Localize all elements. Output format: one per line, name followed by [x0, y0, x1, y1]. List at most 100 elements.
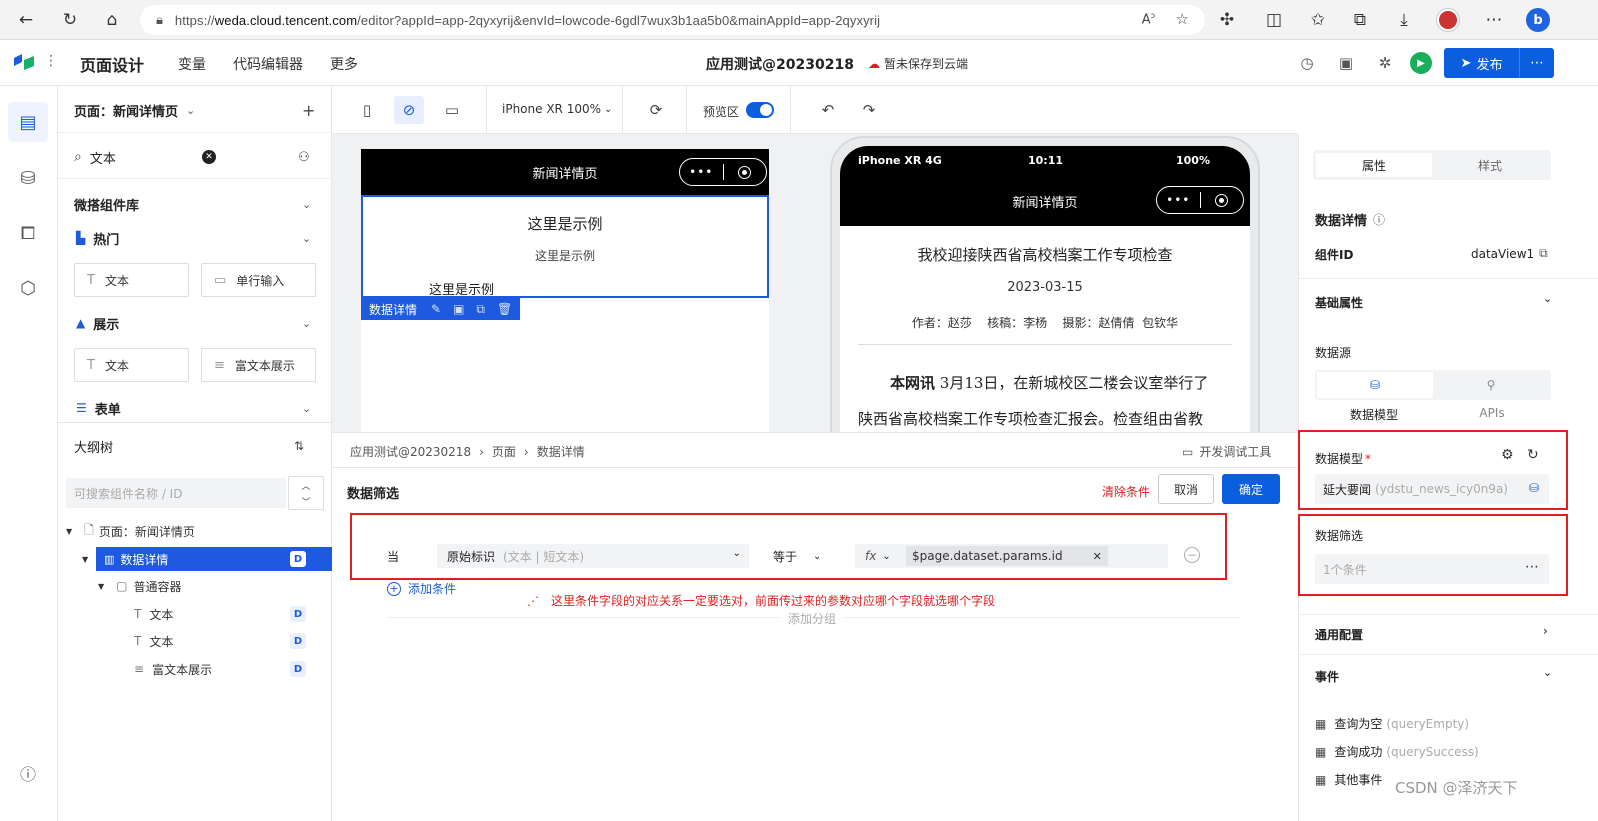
device-select[interactable]: iPhone XR 100% ⌄ — [502, 102, 612, 116]
comp-text-display[interactable]: T 文本 — [74, 348, 189, 382]
mobile-view-icon[interactable]: ▯ — [352, 96, 382, 124]
chevron-up-icon[interactable]: ︿ — [301, 479, 310, 492]
search-input[interactable]: 文本 — [90, 148, 116, 167]
menu-more[interactable]: 更多 — [330, 54, 358, 74]
menu-variables[interactable]: 变量 — [178, 54, 206, 74]
chevron-down-icon[interactable]: ⌄ — [1543, 292, 1552, 305]
page-selector[interactable]: 页面：新闻详情页 ⌄ + — [58, 100, 332, 120]
datasource-model-icon[interactable]: ⛁ — [1317, 372, 1433, 398]
component-tree-icon[interactable]: ⚇ — [298, 150, 310, 165]
chevron-down-icon[interactable]: ﹀ — [301, 495, 310, 508]
read-aloud-icon[interactable]: Aↄ — [1142, 11, 1155, 27]
rail-image-icon[interactable]: ⧠ — [8, 213, 48, 253]
fx-icon[interactable]: fx — [865, 549, 876, 563]
dev-tools-button[interactable]: ▭ 开发调试工具 — [1182, 443, 1271, 460]
add-condition-link[interactable]: + 添加条件 — [387, 580, 456, 597]
tree-item-richtext[interactable]: ≡ 富文本展示 D — [58, 657, 332, 681]
comp-text[interactable]: T 文本 — [74, 263, 189, 297]
tree-item-page[interactable]: ▼ 🗋︎ 页面：新闻详情页 — [58, 519, 332, 543]
save-icon[interactable]: ▣ — [1335, 52, 1357, 74]
events-header[interactable]: 事件 — [1315, 668, 1339, 685]
group-display[interactable]: ▲ 展示 ⌄ — [58, 313, 332, 333]
breadcrumb-app[interactable]: 应用测试@20230218 — [350, 443, 471, 460]
outline-search-input[interactable]: 可搜索组件名称 / ID — [66, 478, 286, 508]
event-query-empty[interactable]: ▦ 查询为空 (queryEmpty) — [1315, 715, 1469, 732]
refresh-icon[interactable]: ↻ — [58, 8, 82, 32]
clear-conditions-link[interactable]: 清除条件 — [1102, 483, 1150, 500]
sample-text-3[interactable]: 这里是示例 — [429, 279, 494, 298]
more-dots-icon[interactable]: ••• — [680, 165, 723, 179]
datasource-model-label[interactable]: 数据模型 — [1315, 406, 1433, 423]
field-select[interactable]: 原始标识 (文本 | 短文本) ⌄ — [437, 544, 749, 568]
comp-richtext[interactable]: ≡ 富文本展示 — [201, 348, 316, 382]
back-icon[interactable]: ← — [14, 8, 38, 32]
breadcrumb-component[interactable]: 数据详情 — [537, 443, 585, 460]
rotate-icon[interactable]: ⟳ — [641, 96, 671, 124]
rail-database-icon[interactable]: ⛁ — [8, 158, 48, 198]
publish-more-icon[interactable]: ⋯ — [1520, 55, 1554, 71]
chevron-down-icon[interactable]: ⌄ — [882, 551, 890, 562]
publish-label[interactable]: ➤ 发布 — [1444, 48, 1520, 78]
avatar[interactable] — [1436, 8, 1460, 32]
collections-icon[interactable]: ⧉ — [1348, 8, 1372, 32]
dataview-selection[interactable]: 这里是示例 这里是示例 这里是示例 — [361, 195, 769, 298]
close-target-icon[interactable] — [1200, 193, 1243, 207]
address-bar[interactable]: 🔒︎ https://weda.cloud.tencent.com/editor… — [140, 5, 1205, 35]
app-menu-icon[interactable]: ⋮ — [44, 53, 58, 69]
event-other[interactable]: ▦ 其他事件 — [1315, 771, 1382, 788]
run-button[interactable]: ▶ — [1410, 52, 1432, 74]
help-icon[interactable]: ⓘ — [8, 753, 48, 793]
undo-icon[interactable]: ↶ — [813, 96, 843, 124]
preview-toggle[interactable] — [746, 102, 774, 118]
sample-text-1[interactable]: 这里是示例 — [363, 213, 767, 234]
info-icon[interactable]: ⓘ — [1373, 211, 1385, 228]
sort-icon[interactable]: ⇅ — [294, 439, 304, 453]
redo-icon[interactable]: ↷ — [854, 96, 884, 124]
event-query-success[interactable]: ▦ 查询成功 (querySuccess) — [1315, 743, 1479, 760]
tree-item-dataview[interactable]: ▼ ▥ 数据详情 D — [58, 547, 332, 571]
debug-icon[interactable]: ✲ — [1374, 52, 1396, 74]
more-dots-icon[interactable]: ⋯ — [1525, 559, 1539, 575]
home-icon[interactable]: ⌂ — [100, 8, 124, 32]
save-icon[interactable]: ▣ — [453, 302, 464, 316]
tree-item-text-2[interactable]: T 文本 D — [58, 629, 332, 653]
confirm-button[interactable]: 确定 — [1222, 474, 1280, 504]
data-filter-input[interactable]: 1个条件 ⋯ — [1315, 554, 1549, 584]
chevron-down-icon[interactable]: ⌄ — [1543, 666, 1552, 679]
datasource-api-label[interactable]: APIs — [1433, 406, 1551, 420]
general-config-header[interactable]: 通用配置 — [1315, 626, 1363, 643]
menu-code-editor[interactable]: 代码编辑器 — [233, 54, 303, 74]
basic-props-header[interactable]: 基础属性 — [1315, 294, 1363, 311]
desktop-view-icon[interactable]: ▭ — [437, 96, 467, 124]
link-view-icon[interactable]: ⊘ — [394, 96, 424, 124]
clear-search-icon[interactable]: ✕ — [202, 150, 216, 164]
more-menu-icon[interactable]: ⋯ — [1482, 8, 1506, 32]
cancel-button[interactable]: 取消 — [1158, 474, 1214, 504]
value-input[interactable]: fx ⌄ $page.dataset.params.id ✕ — [855, 544, 1168, 568]
tab-styles[interactable]: 样式 — [1432, 153, 1548, 177]
history-icon[interactable]: ◷ — [1296, 52, 1318, 74]
expand-collapse-control[interactable]: ︿ ﹀ — [288, 476, 324, 510]
tree-item-container[interactable]: ▼ ▢ 普通容器 — [58, 574, 332, 598]
add-page-icon[interactable]: + — [302, 101, 315, 120]
downloads-icon[interactable]: ⤓ — [1392, 8, 1416, 32]
breadcrumb-page[interactable]: 页面 — [492, 443, 516, 460]
library-header[interactable]: 微搭组件库 ⌄ — [58, 194, 332, 214]
group-form[interactable]: ☰ 表单 ⌄ — [58, 398, 332, 418]
refresh-icon[interactable]: ↻ — [1527, 447, 1539, 463]
copy-icon[interactable]: ⧉ — [1539, 246, 1548, 261]
sample-text-2[interactable]: 这里是示例 — [363, 247, 767, 264]
data-model-select[interactable]: 延大要闻 (ydstu_news_icy0n9a) ⛁ — [1315, 474, 1549, 504]
comp-single-input[interactable]: ▭ 单行输入 — [201, 263, 316, 297]
tree-item-text-1[interactable]: T 文本 D — [58, 602, 332, 626]
copy-icon[interactable]: ⧉ — [476, 302, 485, 317]
bing-icon[interactable]: b — [1526, 8, 1550, 32]
add-favorite-icon[interactable]: ☆ — [1176, 10, 1189, 28]
rail-hexagon-icon[interactable]: ⬡ — [8, 268, 48, 308]
tree-item-dataview-selected[interactable]: ▥ 数据详情 D — [96, 547, 332, 571]
chevron-right-icon[interactable]: › — [1543, 624, 1548, 638]
publish-button[interactable]: ➤ 发布 ⋯ — [1444, 48, 1554, 78]
delete-icon[interactable]: 🗑︎ — [497, 302, 512, 316]
datasource-api-icon[interactable]: ⚲ — [1433, 372, 1549, 398]
extensions-icon[interactable]: ✣ — [1215, 8, 1239, 32]
